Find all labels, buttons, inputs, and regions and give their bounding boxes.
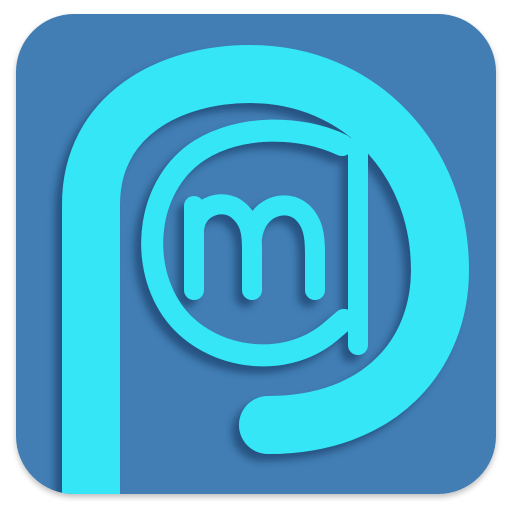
pm-app-icon[interactable] [0, 0, 512, 512]
icon-stage [0, 0, 512, 512]
